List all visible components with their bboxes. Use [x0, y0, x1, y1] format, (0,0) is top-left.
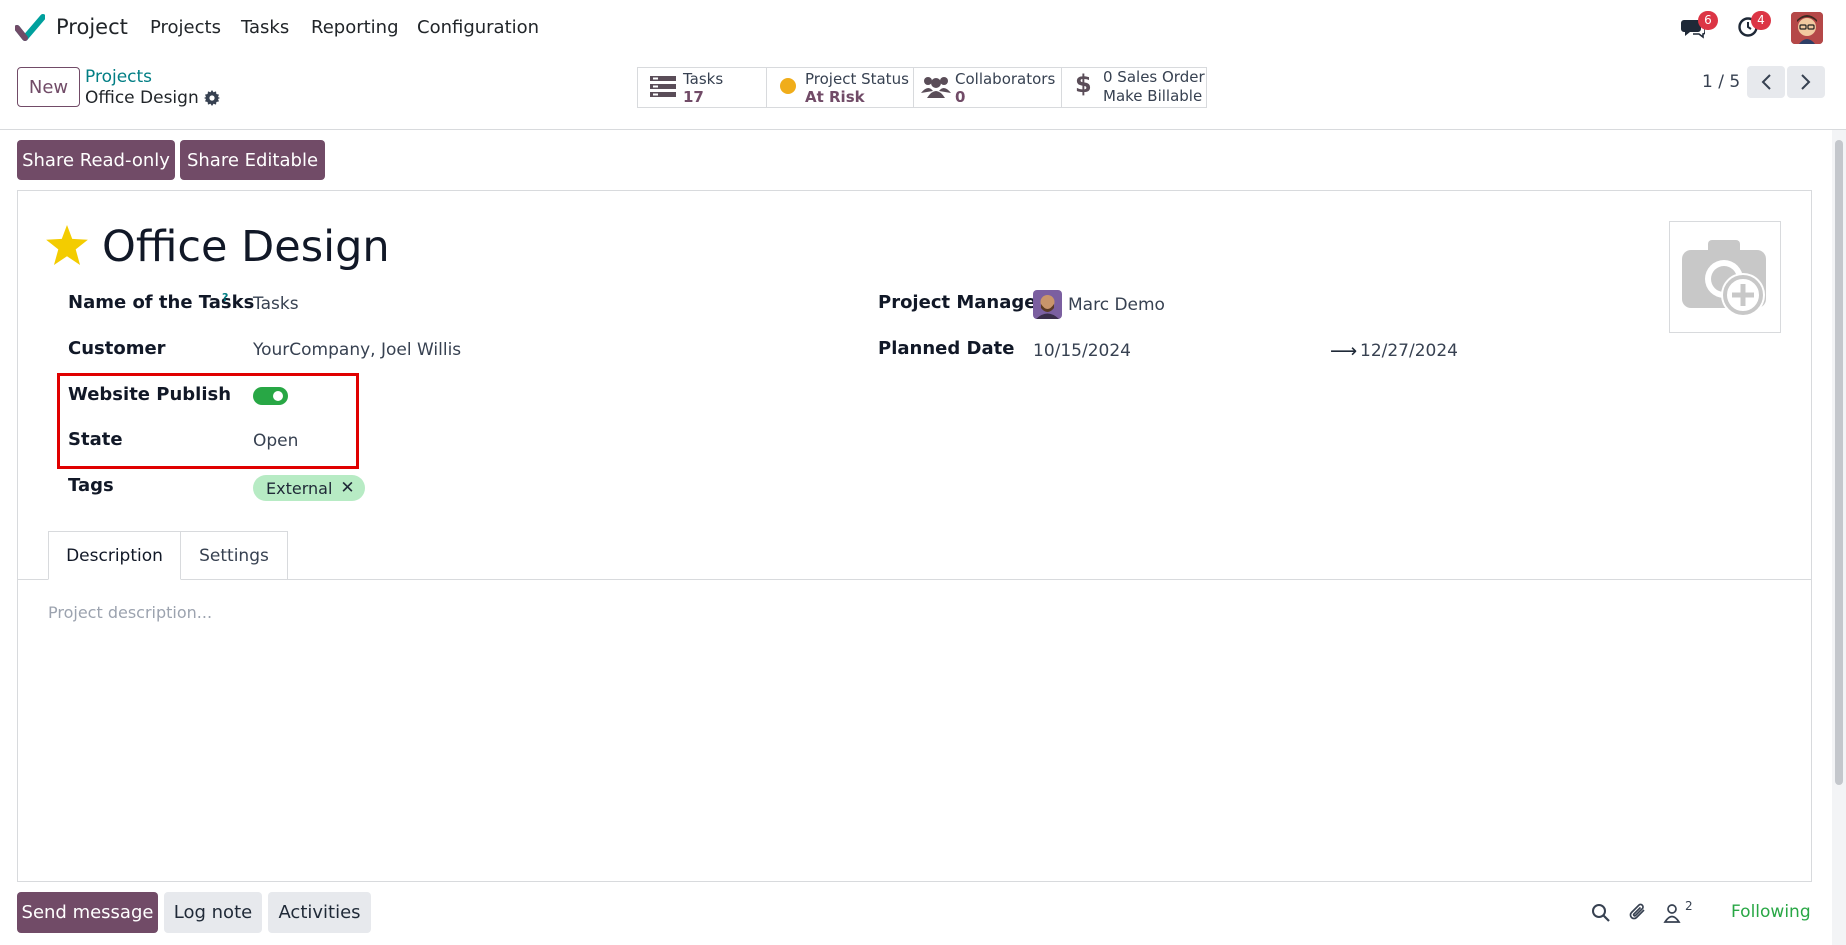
activities-badge: 4 [1751, 11, 1771, 30]
tag-chip[interactable]: External ✕ [253, 475, 365, 501]
log-note-button[interactable]: Log note [164, 892, 262, 933]
project-image-upload[interactable] [1669, 221, 1781, 333]
collaborators-value: 0 [955, 88, 966, 106]
breadcrumb-current: Office Design [85, 88, 199, 108]
collaborators-label: Collaborators [955, 70, 1056, 88]
sales-order-line2: Make Billable [1103, 87, 1203, 105]
chevron-left-icon [1761, 74, 1771, 90]
chevron-right-icon [1801, 74, 1811, 90]
menu-tasks[interactable]: Tasks [241, 17, 289, 38]
send-message-button[interactable]: Send message [17, 892, 158, 933]
tasks-stat-value: 17 [683, 88, 704, 106]
name-of-tasks-value[interactable]: Tasks [253, 294, 299, 314]
project-manager-label: Project Manager [878, 292, 1046, 313]
customer-value[interactable]: YourCompany, Joel Willis [253, 340, 461, 360]
record-title[interactable]: Office Design [102, 222, 390, 272]
customer-label: Customer [68, 338, 166, 359]
user-avatar[interactable] [1791, 12, 1823, 44]
pager-value[interactable]: 1 / 5 [1702, 72, 1740, 92]
users-icon [921, 74, 951, 103]
paperclip-icon[interactable] [1628, 901, 1648, 928]
highlight-box [57, 373, 359, 469]
planned-start-date[interactable]: 10/15/2024 [1033, 341, 1131, 361]
top-navbar: Project Projects Tasks Reporting Configu… [0, 0, 1846, 56]
followers-count: 2 [1685, 899, 1693, 913]
app-name[interactable]: Project [56, 15, 128, 39]
help-tooltip-icon[interactable]: ? [222, 291, 228, 304]
tab-description[interactable]: Description [48, 531, 181, 580]
pager-next-button[interactable] [1787, 66, 1825, 98]
tags-label: Tags [68, 475, 114, 496]
project-manager-value[interactable]: Marc Demo [1068, 295, 1165, 315]
tag-label: External [266, 478, 333, 498]
followers-icon[interactable] [1663, 903, 1681, 928]
tab-settings[interactable]: Settings [180, 531, 288, 579]
dollar-icon: $ [1075, 70, 1092, 98]
project-status-label: Project Status [805, 70, 909, 88]
tabs-divider [18, 579, 1811, 580]
breadcrumb-projects-link[interactable]: Projects [85, 67, 152, 87]
planned-end-date[interactable]: 12/27/2024 [1360, 341, 1458, 361]
gear-icon[interactable] [204, 90, 220, 111]
camera-add-icon [1682, 240, 1766, 317]
share-editable-button[interactable]: Share Editable [180, 140, 325, 180]
tag-remove-icon[interactable]: ✕ [340, 479, 354, 497]
planned-date-label: Planned Date [878, 338, 1015, 359]
status-dot-icon [780, 78, 796, 94]
tasks-icon [650, 76, 676, 103]
project-status-value: At Risk [805, 88, 865, 106]
manager-avatar [1033, 290, 1062, 319]
menu-reporting[interactable]: Reporting [311, 17, 399, 38]
search-icon[interactable] [1591, 903, 1611, 928]
tasks-stat-label: Tasks [683, 70, 724, 88]
scrollbar-thumb[interactable] [1835, 140, 1843, 785]
pager-previous-button[interactable] [1747, 66, 1785, 98]
sales-order-line1: 0 Sales Order [1103, 68, 1205, 86]
menu-projects[interactable]: Projects [150, 17, 221, 38]
favorite-star-icon[interactable] [46, 225, 88, 270]
new-button[interactable]: New [17, 67, 80, 107]
following-button[interactable]: Following [1731, 902, 1811, 922]
arrow-right-icon: ⟶ [1330, 340, 1358, 362]
menu-configuration[interactable]: Configuration [417, 17, 539, 38]
project-logo-icon[interactable] [14, 14, 46, 42]
description-editor[interactable]: Project description... [48, 603, 212, 622]
share-readonly-button[interactable]: Share Read-only [17, 140, 175, 180]
activities-button[interactable]: Activities [268, 892, 371, 933]
messages-badge: 6 [1698, 11, 1718, 30]
